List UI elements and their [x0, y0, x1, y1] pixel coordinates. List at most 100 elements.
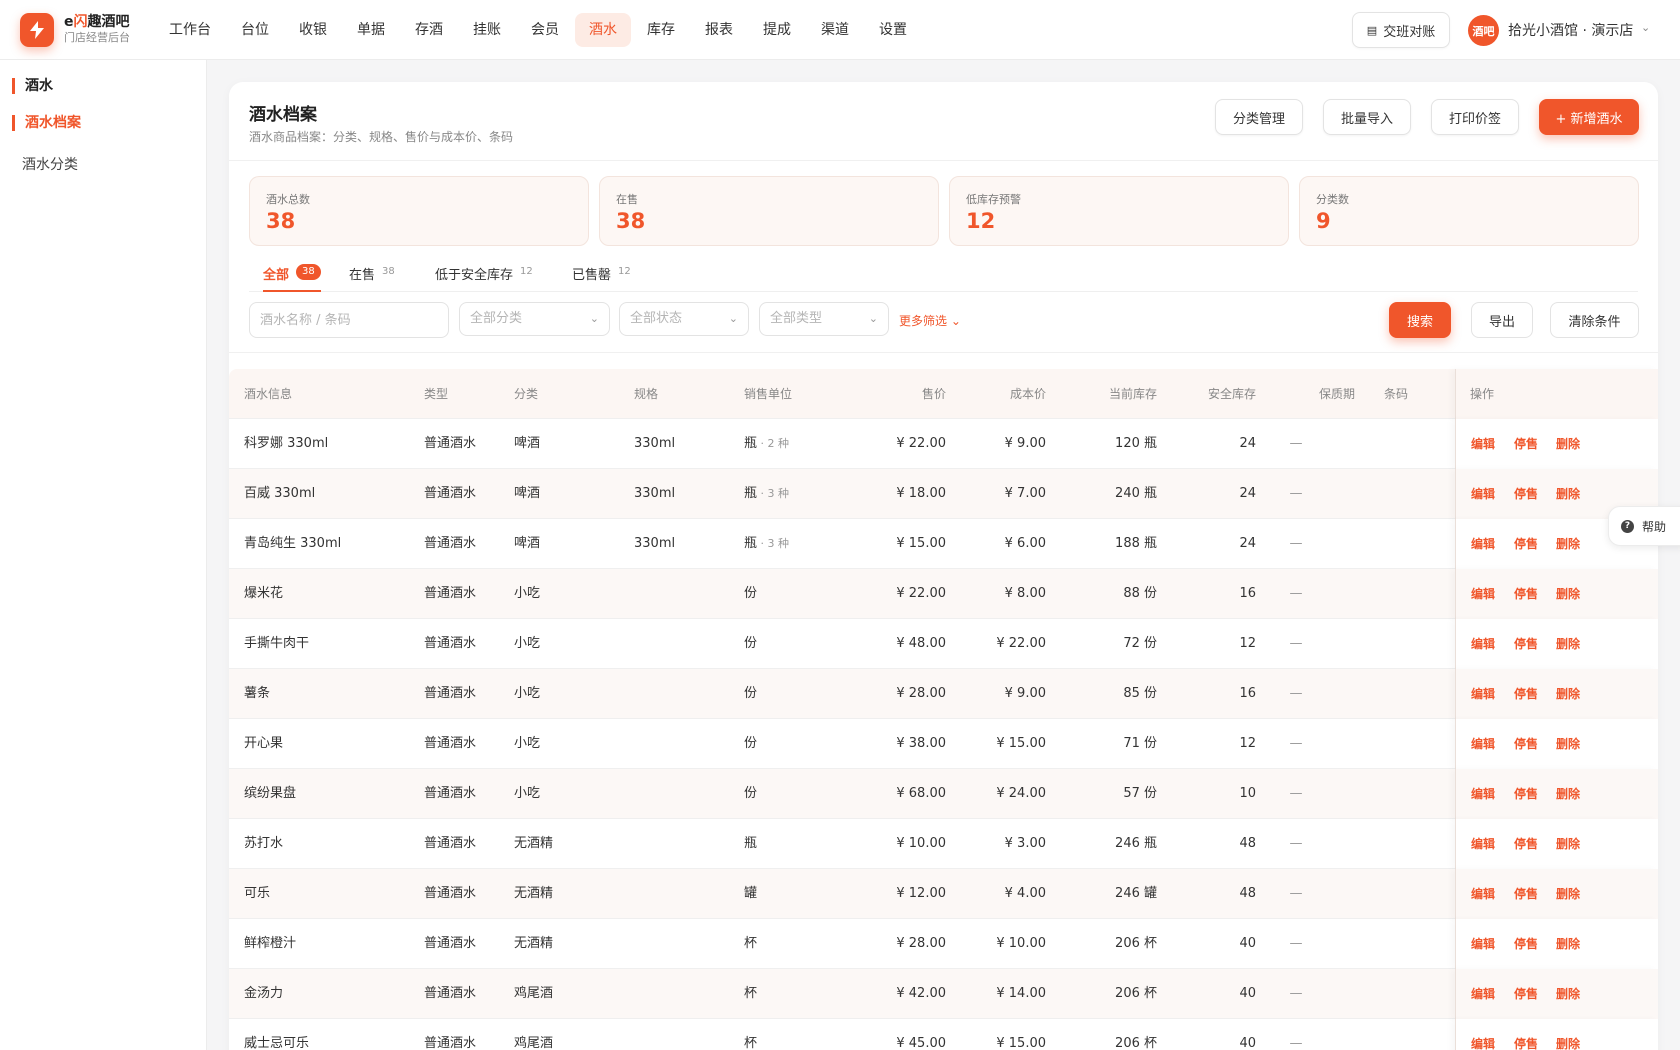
edit-button[interactable]: 编辑: [1471, 719, 1495, 769]
type-select[interactable]: 全部类型 ⌄: [759, 302, 889, 336]
delete-button[interactable]: 删除: [1556, 469, 1580, 519]
edit-button[interactable]: 编辑: [1471, 569, 1495, 619]
delete-button[interactable]: 删除: [1556, 519, 1580, 569]
cell-safe: 40: [1239, 1036, 1256, 1050]
cell-name: 爆米花: [244, 586, 284, 601]
category-manage-button[interactable]: 分类管理: [1215, 99, 1303, 135]
stop-sale-button[interactable]: 停售: [1514, 669, 1538, 719]
cell-type: 普通酒水: [424, 686, 477, 701]
nav-item-channels[interactable]: 渠道: [807, 13, 863, 47]
delete-button[interactable]: 删除: [1556, 969, 1580, 1019]
cell-price: ¥ 42.00: [896, 986, 946, 1001]
stop-sale-button[interactable]: 停售: [1514, 719, 1538, 769]
stop-sale-button[interactable]: 停售: [1514, 469, 1538, 519]
tab-sold-out[interactable]: 已售罄 12: [572, 258, 631, 292]
sidebar-item-drink-archive[interactable]: 酒水档案: [12, 115, 81, 131]
cell-stock: 206 杯: [1115, 936, 1157, 951]
nav-item-reports[interactable]: 报表: [691, 13, 747, 47]
cell-shelf: —: [1289, 886, 1303, 901]
edit-button[interactable]: 编辑: [1471, 469, 1495, 519]
delete-button[interactable]: 删除: [1556, 769, 1580, 819]
cell-price: ¥ 45.00: [896, 1036, 946, 1050]
edit-button[interactable]: 编辑: [1471, 669, 1495, 719]
cell-shelf: —: [1289, 1036, 1303, 1050]
col-ops: 操作: [1455, 369, 1658, 419]
batch-import-button[interactable]: 批量导入: [1323, 99, 1411, 135]
nav-item-members[interactable]: 会员: [517, 13, 573, 47]
nav-item-tables[interactable]: 台位: [227, 13, 283, 47]
delete-button[interactable]: 删除: [1556, 919, 1580, 969]
stop-sale-button[interactable]: 停售: [1514, 919, 1538, 969]
delete-button[interactable]: 删除: [1556, 869, 1580, 919]
store-name[interactable]: 拾光小酒馆 · 演示店: [1508, 20, 1633, 40]
nav-item-orders[interactable]: 单据: [343, 13, 399, 47]
stop-sale-button[interactable]: 停售: [1514, 769, 1538, 819]
cell-price: ¥ 28.00: [896, 936, 946, 951]
tab-below-safe-stock[interactable]: 低于安全库存 12: [435, 258, 533, 292]
stop-sale-button[interactable]: 停售: [1514, 419, 1538, 469]
cell-unit: 份: [744, 636, 758, 651]
delete-button[interactable]: 删除: [1556, 669, 1580, 719]
nav-item-commission[interactable]: 提成: [749, 13, 805, 47]
edit-button[interactable]: 编辑: [1471, 969, 1495, 1019]
nav-item-inventory[interactable]: 库存: [633, 13, 689, 47]
sidebar-item-drink-category[interactable]: 酒水分类: [12, 157, 78, 173]
tab-on-sale[interactable]: 在售 38: [349, 258, 395, 292]
edit-button[interactable]: 编辑: [1471, 919, 1495, 969]
search-button[interactable]: 搜索: [1389, 302, 1451, 338]
edit-button[interactable]: 编辑: [1471, 519, 1495, 569]
delete-button[interactable]: 删除: [1556, 619, 1580, 669]
edit-button[interactable]: 编辑: [1471, 619, 1495, 669]
edit-button[interactable]: 编辑: [1471, 819, 1495, 869]
chevron-down-icon[interactable]: ⌄: [1641, 21, 1650, 34]
delete-button[interactable]: 删除: [1556, 719, 1580, 769]
stat-on-sale: 在售 38: [599, 176, 939, 246]
edit-button[interactable]: 编辑: [1471, 419, 1495, 469]
nav-item-workbench[interactable]: 工作台: [155, 13, 225, 47]
cell-spec: 330ml: [634, 486, 676, 501]
col-safe-stock: 安全库存: [1207, 387, 1256, 401]
cell-price: ¥ 28.00: [896, 686, 946, 701]
nav-item-storage[interactable]: 存酒: [401, 13, 457, 47]
search-input[interactable]: [249, 302, 449, 338]
tab-all[interactable]: 全部 38: [263, 258, 321, 292]
stop-sale-button[interactable]: 停售: [1514, 969, 1538, 1019]
page-subtitle: 酒水商品档案：分类、规格、售价与成本价、条码: [249, 130, 514, 144]
nav-item-credit[interactable]: 挂账: [459, 13, 515, 47]
nav-item-cashier[interactable]: 收银: [285, 13, 341, 47]
print-label-button[interactable]: 打印价签: [1431, 99, 1519, 135]
cell-unit: 份: [744, 686, 758, 701]
stop-sale-button[interactable]: 停售: [1514, 819, 1538, 869]
edit-button[interactable]: 编辑: [1471, 869, 1495, 919]
stop-sale-button[interactable]: 停售: [1514, 519, 1538, 569]
delete-button[interactable]: 删除: [1556, 569, 1580, 619]
stop-sale-button[interactable]: 停售: [1514, 1019, 1538, 1050]
nav-item-settings[interactable]: 设置: [865, 13, 921, 47]
delete-button[interactable]: 删除: [1556, 819, 1580, 869]
table-header: 酒水信息 类型 分类 规格 销售单位 售价 成本价 当前库存 安全库存 保质期 …: [229, 369, 1658, 419]
cell-name: 缤纷果盘: [244, 786, 297, 801]
stop-sale-button[interactable]: 停售: [1514, 869, 1538, 919]
clear-filters-button[interactable]: 清除条件: [1550, 302, 1639, 338]
status-select[interactable]: 全部状态 ⌄: [619, 302, 749, 336]
logo[interactable]: [20, 13, 54, 47]
cell-stock: 240 瓶: [1115, 486, 1157, 501]
category-select[interactable]: 全部分类 ⌄: [459, 302, 610, 336]
table-row: 可乐 普通酒水 无酒精 罐 ¥ 12.00 ¥ 4.00 246 罐 48 — 编辑 停售 删除: [229, 869, 1658, 919]
nav-item-drinks[interactable]: 酒水: [575, 13, 631, 47]
row-actions: 编辑 停售 删除: [1455, 1019, 1658, 1050]
help-button[interactable]: ? 帮助: [1608, 506, 1680, 546]
delete-button[interactable]: 删除: [1556, 1019, 1580, 1050]
edit-button[interactable]: 编辑: [1471, 769, 1495, 819]
handover-button[interactable]: ▤ 交班对账: [1352, 12, 1450, 48]
more-filters-link[interactable]: 更多筛选 ⌄: [899, 312, 961, 329]
stop-sale-button[interactable]: 停售: [1514, 569, 1538, 619]
export-button[interactable]: 导出: [1471, 302, 1533, 338]
store-avatar[interactable]: 酒吧: [1468, 15, 1499, 46]
cell-shelf: —: [1289, 586, 1303, 601]
add-drink-button[interactable]: + 新增酒水: [1539, 99, 1639, 135]
delete-button[interactable]: 删除: [1556, 419, 1580, 469]
table-row: 手撕牛肉干 普通酒水 小吃 份 ¥ 48.00 ¥ 22.00 72 份 12 — 编辑 停售 删除: [229, 619, 1658, 669]
stop-sale-button[interactable]: 停售: [1514, 619, 1538, 669]
edit-button[interactable]: 编辑: [1471, 1019, 1495, 1050]
